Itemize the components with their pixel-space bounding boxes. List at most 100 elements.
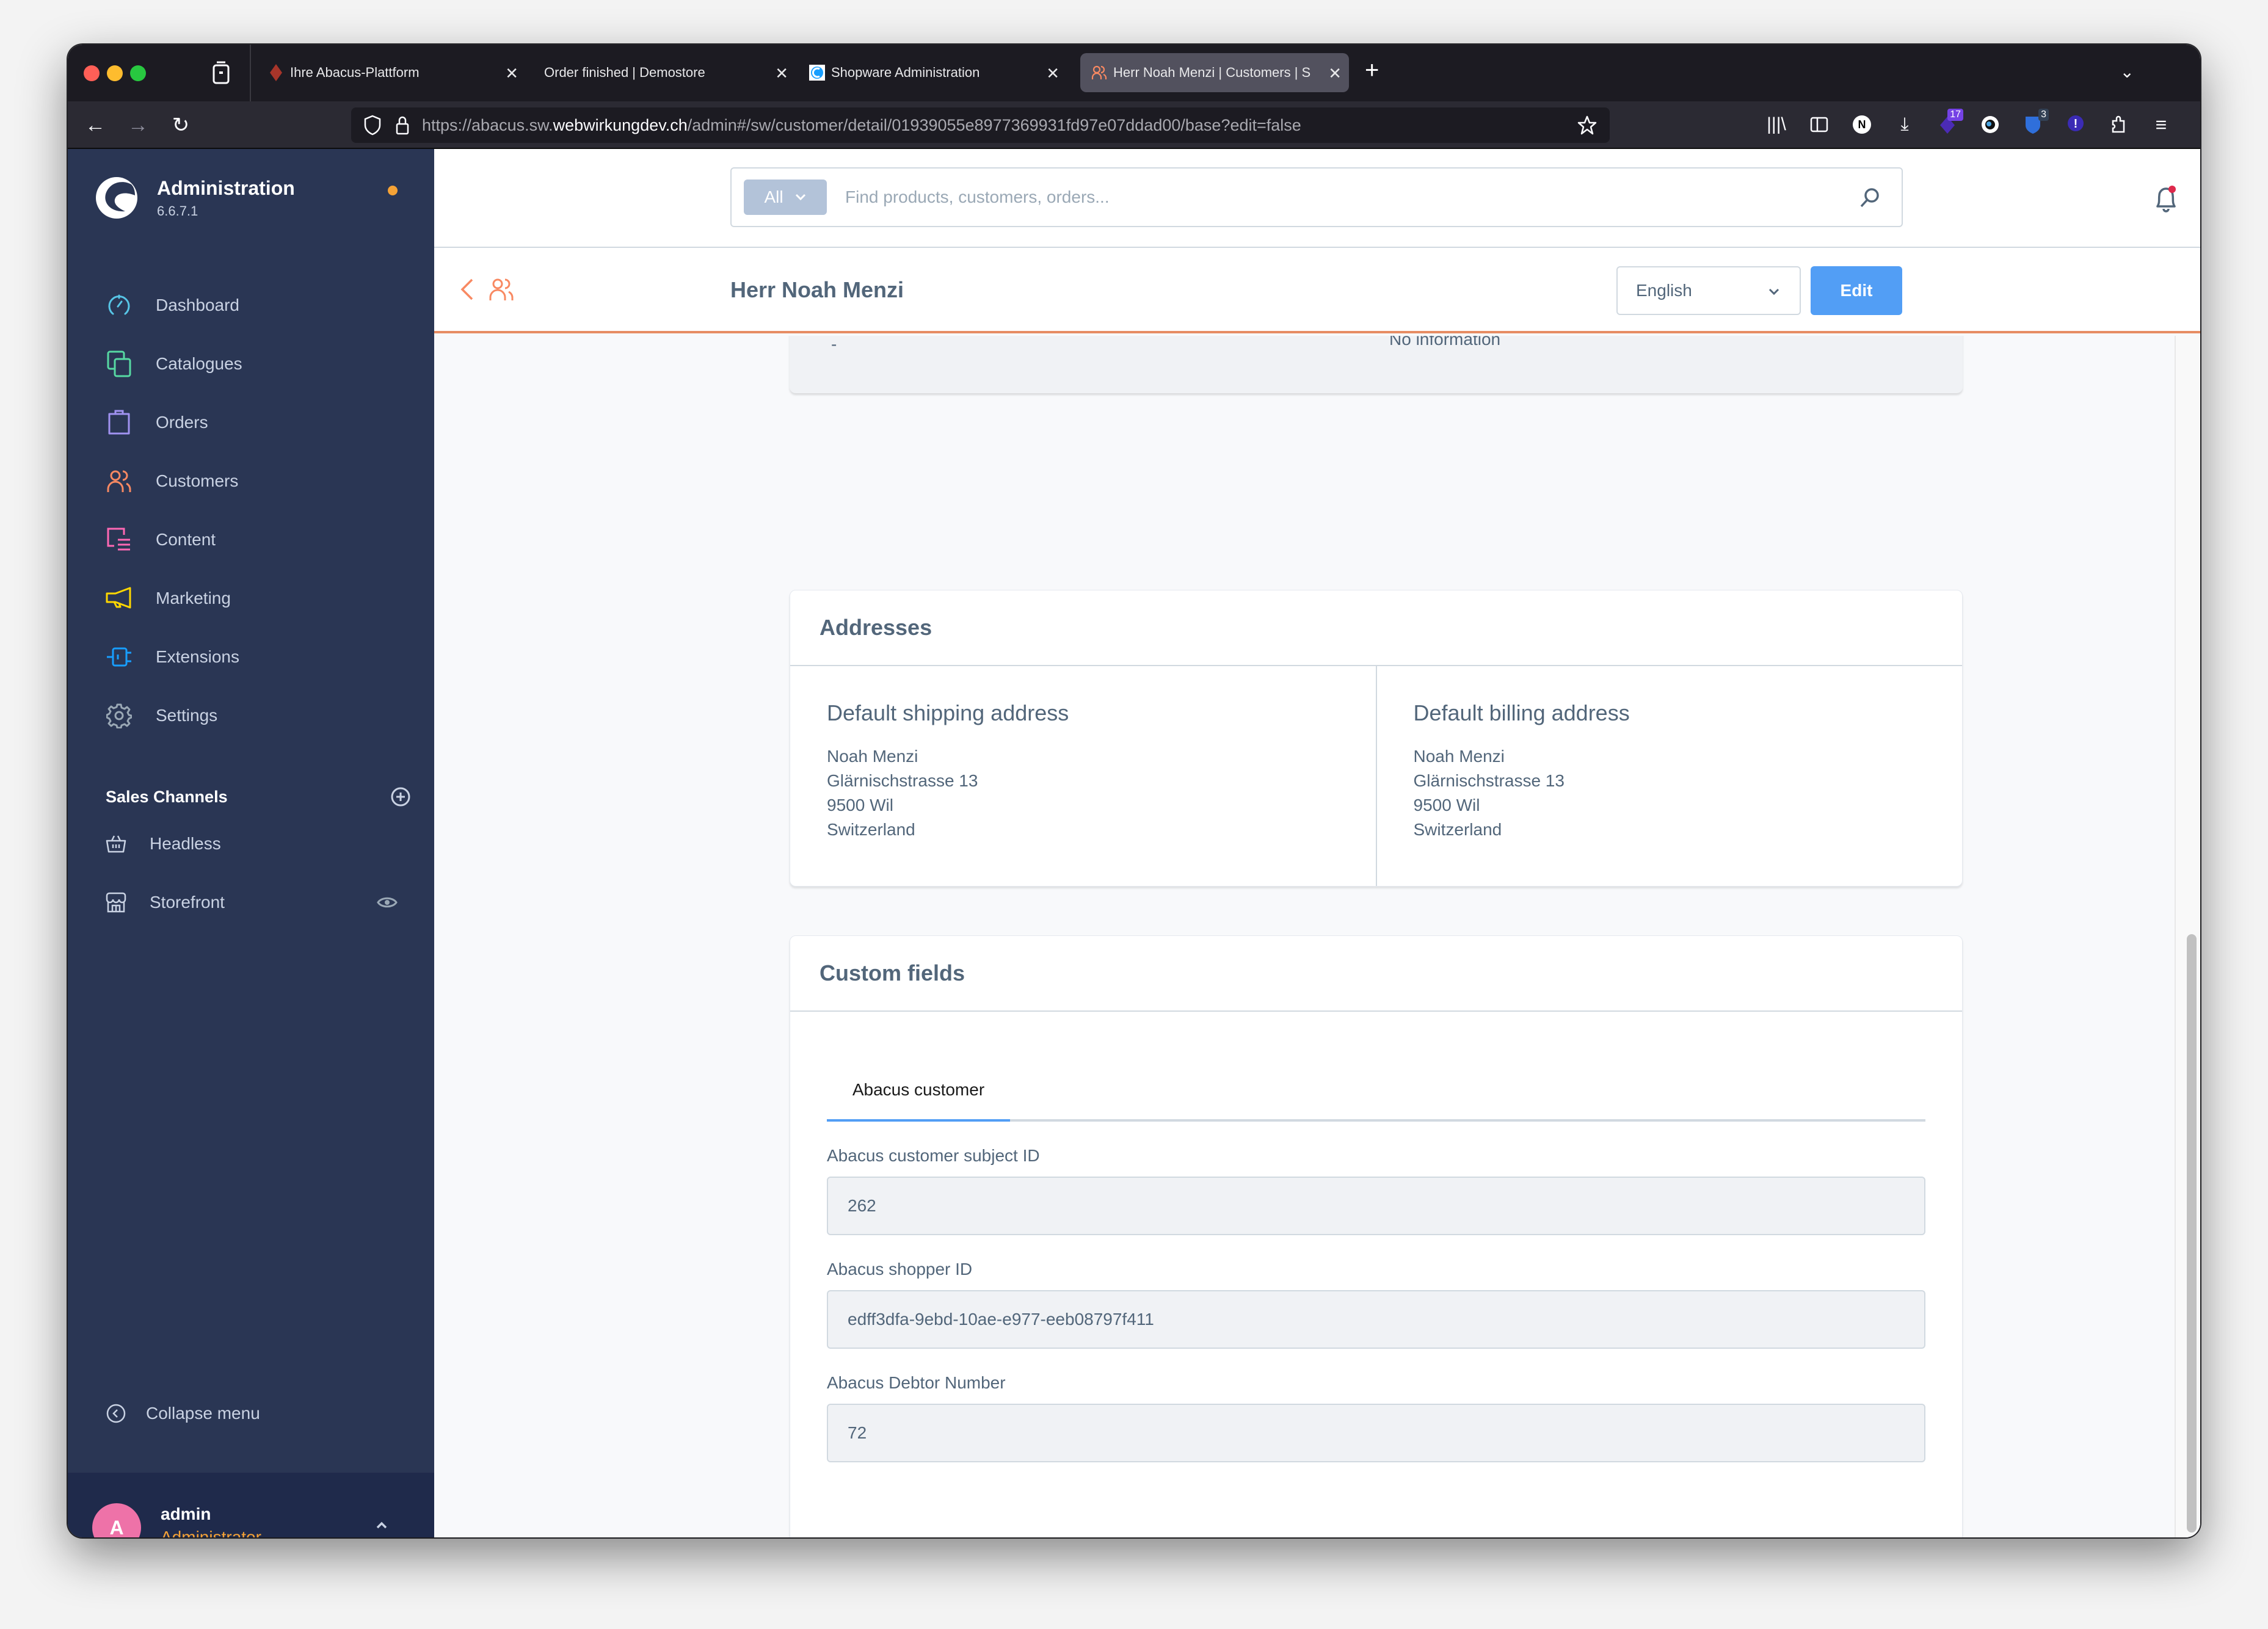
- close-tab-icon[interactable]: ✕: [505, 64, 518, 83]
- shopware-logo-icon: [809, 65, 825, 81]
- top-bar: All ?: [434, 149, 2200, 248]
- address-line: Glärnischstrasse 13: [1413, 771, 1565, 790]
- shipping-address: Default shipping address Noah Menzi Glär…: [790, 666, 1376, 886]
- sales-channel-label: Headless: [150, 834, 221, 853]
- abacus-customer-subject-id-input[interactable]: [827, 1177, 1925, 1235]
- field-abacus-debtor-number: Abacus Debtor Number: [827, 1373, 1925, 1462]
- abacus-shopper-id-input[interactable]: [827, 1290, 1925, 1349]
- notion-extension-icon[interactable]: N: [1850, 112, 1874, 137]
- sidebar-item-catalogues[interactable]: Catalogues: [68, 335, 434, 393]
- tab-order-finished[interactable]: Order finished | Demostore ✕: [527, 53, 796, 92]
- bitwarden-extension-icon[interactable]: 3: [2021, 109, 2049, 137]
- customers-icon: [1091, 65, 1107, 81]
- abacus-debtor-number-input[interactable]: [827, 1404, 1925, 1462]
- tab-abacus-customer[interactable]: Abacus customer: [827, 1061, 1010, 1122]
- storefront-icon: [106, 892, 126, 913]
- catalogues-icon: [106, 350, 133, 377]
- eye-icon[interactable]: [377, 892, 398, 913]
- sales-channels-header: Sales Channels: [106, 786, 411, 807]
- sales-channel-label: Storefront: [150, 893, 225, 912]
- tab-customer-detail[interactable]: Herr Noah Menzi | Customers | S ✕: [1080, 53, 1349, 92]
- tab-manager-icon[interactable]: [212, 60, 230, 85]
- sidebar-item-dashboard[interactable]: Dashboard: [68, 276, 434, 335]
- user-name: admin: [161, 1504, 211, 1523]
- chevron-up-icon[interactable]: [373, 1517, 390, 1534]
- sidebar-item-label: Catalogues: [156, 354, 242, 373]
- tab-abacus-platform[interactable]: Ihre Abacus-Plattform ✕: [257, 53, 526, 92]
- extensions-plug-icon: [106, 644, 133, 670]
- address-title: Default billing address: [1413, 700, 1630, 725]
- main-area: All ? Herr Noah Menzi English Edit: [434, 149, 2200, 1537]
- sidebar-item-content[interactable]: Content: [68, 510, 434, 569]
- brand-title: Administration: [157, 176, 295, 199]
- maximize-window-button[interactable]: [130, 65, 146, 81]
- sidebar-item-extensions[interactable]: Extensions: [68, 628, 434, 686]
- field-label: Abacus shopper ID: [827, 1260, 973, 1279]
- sidebar-item-marketing[interactable]: Marketing: [68, 569, 434, 628]
- page-title: Herr Noah Menzi: [730, 277, 904, 302]
- user-profile[interactable]: A admin Administrator: [68, 1473, 434, 1537]
- sidebar-item-label: Settings: [156, 706, 218, 725]
- address-line: Switzerland: [1413, 820, 1502, 839]
- new-tab-button[interactable]: +: [1365, 57, 1379, 84]
- scrollbar-thumb[interactable]: [2187, 934, 2197, 1533]
- search-input[interactable]: [845, 187, 1822, 207]
- basket-icon: [106, 835, 126, 853]
- eye-extension-icon[interactable]: [1978, 112, 2002, 137]
- back-arrow-icon[interactable]: [459, 277, 476, 302]
- add-sales-channel-icon[interactable]: [390, 786, 411, 807]
- help-icon[interactable]: ?: [2199, 184, 2200, 214]
- extensions-puzzle-icon[interactable]: [2106, 112, 2131, 137]
- card-title: Addresses: [790, 590, 1962, 666]
- close-tab-icon[interactable]: ✕: [1046, 64, 1059, 83]
- search-icon[interactable]: [1859, 187, 1881, 209]
- url-bar[interactable]: https://abacus.sw.webwirkungdev.ch/admin…: [351, 107, 1610, 143]
- url-text[interactable]: https://abacus.sw.webwirkungdev.ch/admin…: [422, 116, 1301, 135]
- url-prefix: https://abacus.sw.: [422, 115, 553, 134]
- lock-icon[interactable]: [395, 115, 410, 136]
- customers-icon: [489, 278, 514, 300]
- bookmark-star-icon[interactable]: [1577, 115, 1597, 136]
- avatar: A: [92, 1503, 141, 1537]
- back-icon[interactable]: ←: [84, 114, 107, 137]
- tab-shopware-administration[interactable]: Shopware Administration ✕: [798, 53, 1067, 92]
- sidebar-toggle-icon[interactable]: [1807, 112, 1831, 137]
- field-abacus-customer-subject-id: Abacus customer subject ID: [827, 1146, 1925, 1235]
- sales-channel-headless[interactable]: Headless: [68, 814, 434, 873]
- close-tab-icon[interactable]: ✕: [1328, 64, 1342, 83]
- sidebar: Administration 6.6.7.1 Dashboard Catalog…: [68, 149, 434, 1537]
- list-all-tabs-icon[interactable]: ⌄: [2120, 62, 2134, 82]
- sidebar-item-orders[interactable]: Orders: [68, 393, 434, 452]
- notification-bell-icon[interactable]: [2151, 184, 2181, 214]
- minimize-window-button[interactable]: [107, 65, 123, 81]
- tab-title: Order finished | Demostore: [544, 65, 705, 80]
- billing-address: Default billing address Noah Menzi Glärn…: [1375, 666, 1963, 886]
- collapse-menu-label: Collapse menu: [146, 1404, 260, 1423]
- close-tab-icon[interactable]: ✕: [775, 64, 788, 83]
- settings-gear-icon: [106, 702, 133, 729]
- page-header: Herr Noah Menzi English Edit: [434, 248, 2200, 333]
- addresses-card: Addresses Default shipping address Noah …: [790, 590, 1963, 887]
- language-select[interactable]: English: [1616, 266, 1801, 315]
- sales-channel-list: Headless Storefront: [68, 814, 434, 932]
- brand: Administration 6.6.7.1: [95, 176, 295, 220]
- custom-field-tabs: Abacus customer: [827, 1012, 1925, 1122]
- collapse-menu-button[interactable]: Collapse menu: [106, 1403, 260, 1424]
- version-label: 6.6.7.1: [157, 203, 198, 219]
- close-window-button[interactable]: [84, 65, 100, 81]
- sidebar-item-customers[interactable]: Customers: [68, 452, 434, 510]
- alert-extension-icon[interactable]: !: [2063, 112, 2088, 137]
- hamburger-menu-icon[interactable]: ≡: [2149, 112, 2173, 137]
- downloads-icon[interactable]: ⤓: [1892, 112, 1917, 137]
- extension-badge: 3: [2038, 109, 2049, 121]
- sales-channel-storefront[interactable]: Storefront: [68, 873, 434, 932]
- sidebar-item-settings[interactable]: Settings: [68, 686, 434, 745]
- reload-icon[interactable]: ↻: [169, 114, 192, 137]
- forward-icon[interactable]: →: [126, 114, 150, 137]
- search-type-dropdown[interactable]: All: [744, 180, 827, 215]
- edit-button[interactable]: Edit: [1811, 266, 1902, 315]
- purple-extension-icon[interactable]: 17: [1935, 109, 1963, 137]
- tracking-shield-icon[interactable]: [363, 115, 382, 136]
- scrollbar[interactable]: [2175, 336, 2200, 1537]
- library-icon[interactable]: |||\: [1764, 112, 1789, 137]
